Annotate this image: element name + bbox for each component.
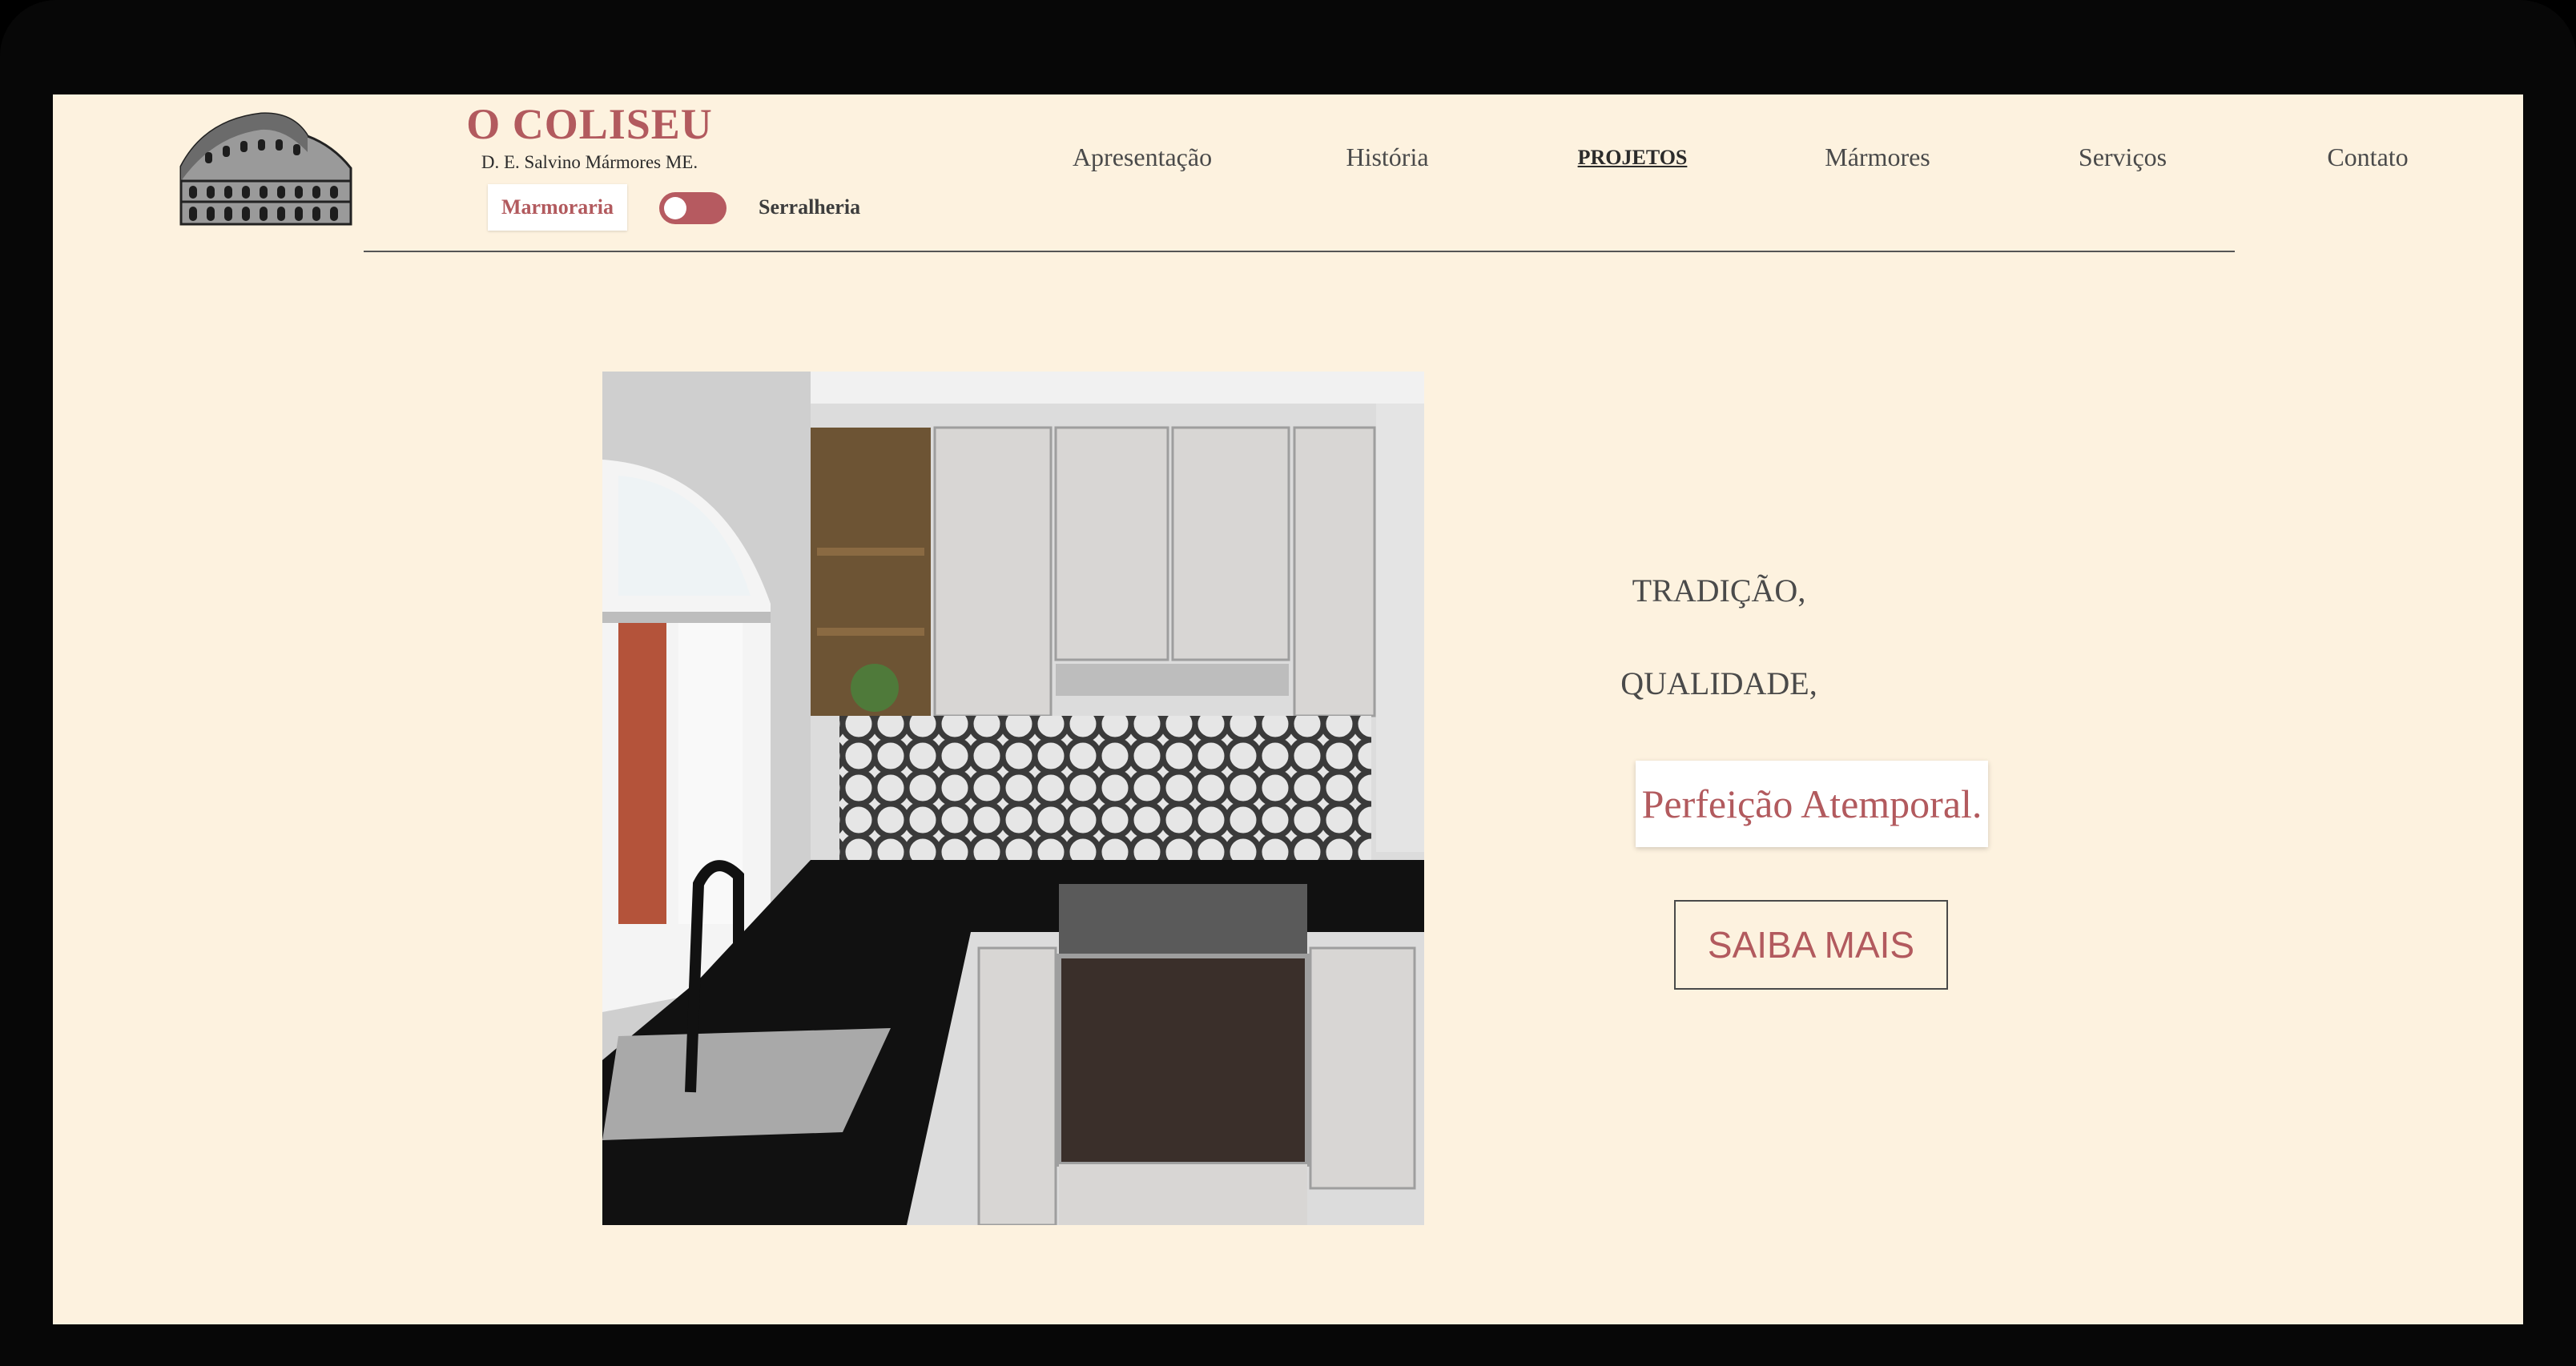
marmoraria-option[interactable]: Marmoraria <box>488 184 627 231</box>
mode-toggle: Marmoraria Serralheria <box>488 184 904 232</box>
tagline-tradicao: TRADIÇÃO, <box>1632 573 1806 609</box>
serralheria-option[interactable]: Serralheria <box>759 184 860 231</box>
nav-contato[interactable]: Contato <box>2272 143 2464 172</box>
mode-toggle-switch[interactable] <box>659 192 727 224</box>
nav-apresentacao[interactable]: Apresentação <box>1046 143 1238 172</box>
main-nav: Apresentação História PROJETOS Mármores … <box>1046 143 2488 207</box>
colosseum-icon[interactable] <box>173 104 357 234</box>
header-divider <box>364 251 2235 252</box>
nav-servicos[interactable]: Serviços <box>2027 143 2219 172</box>
nav-marmores[interactable]: Mármores <box>1781 143 1974 172</box>
device-frame: O COLISEU D. E. Salvino Mármores ME. Mar… <box>0 0 2576 1366</box>
brand-subtitle: D. E. Salvino Mármores ME. <box>481 152 698 172</box>
nav-historia[interactable]: História <box>1291 143 1483 172</box>
saiba-mais-button[interactable]: SAIBA MAIS <box>1674 900 1948 990</box>
toggle-knob <box>664 197 686 219</box>
tagline-qualidade: QUALIDADE, <box>1620 665 1817 701</box>
accent-tagline: Perfeição Atemporal. <box>1636 761 1988 847</box>
website-screen: O COLISEU D. E. Salvino Mármores ME. Mar… <box>53 94 2523 1324</box>
nav-projetos[interactable]: PROJETOS <box>1536 146 1729 170</box>
kitchen-photo <box>602 372 1424 1225</box>
brand-title: O COLISEU <box>466 100 713 148</box>
